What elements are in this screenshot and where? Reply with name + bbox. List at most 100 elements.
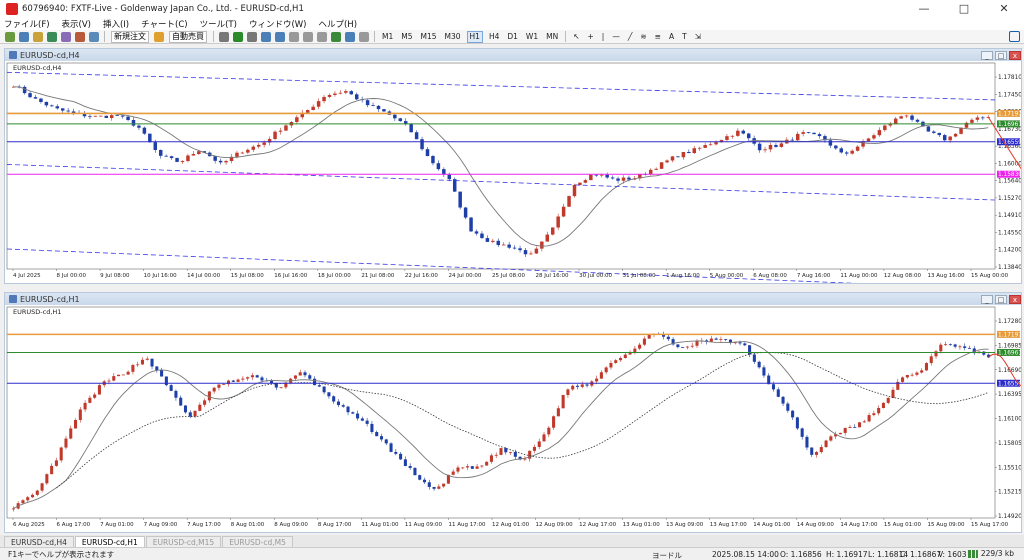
candle: [828, 140, 833, 146]
candlestick-icon[interactable]: [233, 31, 243, 42]
menu-file[interactable]: ファイル(F): [4, 18, 50, 30]
strategy-tester-icon[interactable]: [89, 31, 99, 42]
tab-eurusd-h1[interactable]: EURUSD-cd,H1: [74, 536, 145, 547]
timeframe-m30[interactable]: M30: [443, 32, 463, 42]
zoom-in-icon[interactable]: [261, 31, 271, 42]
candle: [542, 434, 546, 442]
vertical-line-icon[interactable]: |: [600, 32, 607, 42]
timeframe-h1[interactable]: H1: [466, 30, 483, 43]
timeframe-m15[interactable]: M15: [419, 32, 439, 42]
tab-eurusd-m5[interactable]: EURUSD-cd,M5: [222, 536, 293, 547]
chart-window-h1[interactable]: EURUSD-cd,H1 _ □ x EURUSD-cd,H1 1.17280 1.…: [4, 292, 1022, 533]
trendline-icon[interactable]: ╱: [626, 32, 635, 42]
candle: [120, 115, 125, 117]
tab-eurusd-m15[interactable]: EURUSD-cd,M15: [145, 536, 222, 547]
candle: [174, 390, 178, 398]
time-tick-label: 4 Jul 2025: [13, 273, 41, 279]
timeframe-mn[interactable]: MN: [544, 32, 560, 42]
tile-windows-icon[interactable]: [289, 31, 299, 42]
candle: [771, 384, 776, 390]
tab-eurusd-h4[interactable]: EURUSD-cd,H4: [4, 536, 74, 547]
candle: [616, 178, 620, 181]
candle: [28, 93, 32, 98]
terminal-icon[interactable]: [75, 31, 85, 42]
channel-icon[interactable]: ≋: [638, 32, 648, 42]
candle: [137, 125, 141, 128]
time-tick-label: 13 Aug 16:00: [927, 273, 965, 279]
timeframe-h4[interactable]: H4: [487, 32, 501, 42]
arrow-tool-icon[interactable]: ⇲: [693, 32, 703, 42]
chart-window-titlebar[interactable]: EURUSD-cd,H1 _ □ x: [5, 293, 1021, 305]
minimize-button[interactable]: —: [904, 0, 944, 18]
close-button[interactable]: ✕: [984, 0, 1024, 18]
candle: [681, 151, 686, 158]
new-chart-icon[interactable]: [5, 31, 15, 42]
chart-restore-button[interactable]: □: [995, 294, 1007, 304]
candle: [763, 149, 767, 151]
chart-restore-button[interactable]: □: [995, 50, 1007, 60]
timeframe-m5[interactable]: M5: [399, 32, 414, 42]
time-tick-label: 6 Aug 08:00: [753, 273, 787, 279]
timeframe-w1[interactable]: W1: [524, 32, 540, 42]
metaeditor-icon[interactable]: [154, 31, 164, 42]
timeframe-m1[interactable]: M1: [380, 32, 395, 42]
zoom-out-icon[interactable]: [275, 31, 285, 42]
chart-shift-icon[interactable]: [317, 31, 327, 42]
menu-chart[interactable]: チャート(C): [141, 18, 187, 30]
menu-help[interactable]: ヘルプ(H): [318, 18, 357, 30]
new-order-button[interactable]: 新規注文: [111, 30, 149, 43]
autoscroll-icon[interactable]: [303, 31, 313, 42]
candle: [915, 119, 920, 122]
horizontal-line-icon[interactable]: —: [610, 32, 622, 42]
price-chart-h1[interactable]: EURUSD-cd,H11.172801.169851.166901.16395…: [5, 305, 1021, 532]
candle: [442, 483, 446, 487]
profiles-icon[interactable]: [19, 31, 29, 42]
candle: [494, 454, 498, 456]
candle: [370, 423, 374, 433]
chart-window-titlebar[interactable]: EURUSD-cd,H4 _ □ x: [5, 49, 1021, 61]
maximize-button[interactable]: □: [944, 0, 984, 18]
periods-icon[interactable]: [345, 31, 355, 42]
market-watch-icon[interactable]: [33, 31, 43, 42]
templates-icon[interactable]: [359, 31, 369, 42]
time-tick-label: 12 Aug 09:00: [536, 522, 574, 528]
chart-close-button[interactable]: x: [1009, 50, 1021, 60]
line-chart-icon[interactable]: [247, 31, 257, 42]
menu-view[interactable]: 表示(V): [62, 18, 91, 30]
chart-close-button[interactable]: x: [1009, 294, 1021, 304]
timeframe-d1[interactable]: D1: [505, 32, 520, 42]
candle: [183, 405, 188, 413]
search-icon[interactable]: [1009, 31, 1020, 42]
price-chart-h4[interactable]: EURUSD-cd,H41.178101.174501.170901.16730…: [5, 61, 1021, 283]
candle: [786, 403, 790, 411]
candle: [158, 149, 163, 156]
menu-window[interactable]: ウィンドウ(W): [249, 18, 307, 30]
price-tick-label: 1.14920: [998, 514, 1021, 520]
text-tool-icon[interactable]: A: [667, 32, 676, 42]
menu-insert[interactable]: 挿入(I): [103, 18, 129, 30]
bar-chart-icon[interactable]: [219, 31, 229, 42]
chart-window-h4[interactable]: EURUSD-cd,H4 _ □ x EURUSD-cd,H4 1.17810 1.…: [4, 48, 1022, 284]
cursor-icon[interactable]: ↖: [571, 32, 581, 42]
candle: [104, 115, 109, 118]
candle: [776, 389, 780, 397]
candle: [262, 142, 266, 145]
fibo-icon[interactable]: ≡: [653, 32, 663, 42]
candle: [250, 375, 254, 378]
candle: [241, 378, 245, 380]
chart-minimize-button[interactable]: _: [981, 50, 993, 60]
candle: [270, 380, 274, 384]
crosshair-icon[interactable]: +: [586, 32, 596, 42]
data-window-icon[interactable]: [47, 31, 57, 42]
candle: [970, 119, 974, 123]
candle: [810, 447, 814, 455]
chart-minimize-button[interactable]: _: [981, 294, 993, 304]
menu-tools[interactable]: ツール(T): [200, 18, 237, 30]
candle: [97, 385, 101, 395]
indicators-icon[interactable]: [331, 31, 341, 42]
auto-trade-button[interactable]: 自動売買: [169, 30, 207, 43]
navigator-icon[interactable]: [61, 31, 71, 42]
candle: [523, 250, 528, 255]
label-tool-icon[interactable]: T: [680, 32, 689, 42]
candle: [550, 227, 555, 235]
